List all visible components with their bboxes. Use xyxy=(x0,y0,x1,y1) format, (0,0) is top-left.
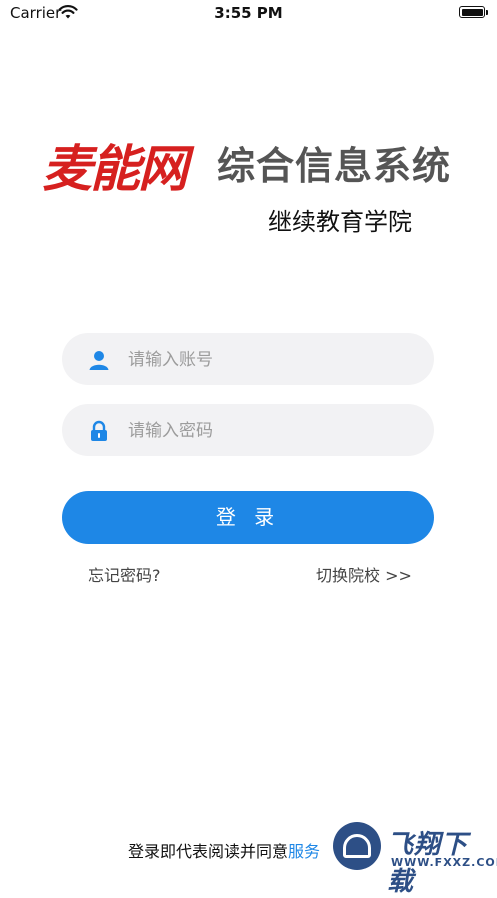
watermark-logo-icon xyxy=(333,822,381,870)
password-input[interactable] xyxy=(126,404,420,458)
agreement-text: 登录即代表阅读并同意服务 xyxy=(128,838,320,862)
service-agreement-link[interactable]: 服务 xyxy=(288,842,320,861)
lock-icon xyxy=(91,420,107,441)
system-name: 综合信息系统 xyxy=(217,144,452,188)
switch-school-link[interactable]: 切换院校 >> xyxy=(316,562,412,586)
battery-icon xyxy=(459,6,488,18)
forgot-password-link[interactable]: 忘记密码? xyxy=(88,562,161,586)
login-button[interactable]: 登 录 xyxy=(62,491,434,544)
password-field[interactable] xyxy=(62,404,434,458)
watermark: 飞翔下载 WWW.FXXZ.COM xyxy=(333,822,497,897)
status-bar: Carrier 3:55 PM xyxy=(0,0,497,28)
account-field[interactable] xyxy=(62,333,434,387)
app-logo: 麦能网 综合信息系统 xyxy=(42,125,462,198)
college-subtitle: 继续教育学院 xyxy=(268,208,412,236)
watermark-url: WWW.FXXZ.COM xyxy=(391,856,497,869)
brand-name: 麦能网 xyxy=(42,140,188,198)
account-input[interactable] xyxy=(126,333,420,387)
clock: 3:55 PM xyxy=(214,4,283,22)
user-icon xyxy=(89,351,109,370)
agreement-prefix: 登录即代表阅读并同意 xyxy=(128,842,289,861)
